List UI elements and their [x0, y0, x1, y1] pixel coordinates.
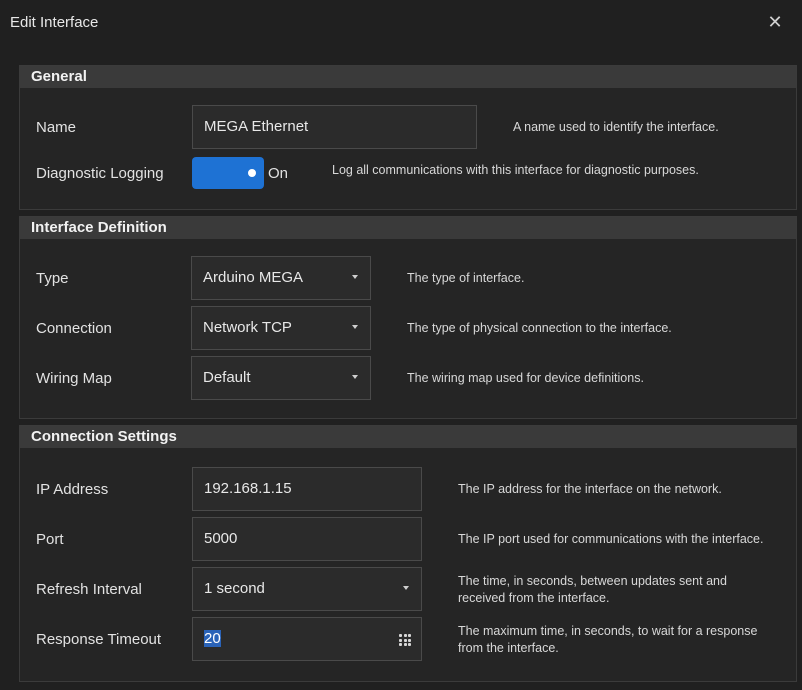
connection-value: Network TCP: [203, 319, 292, 336]
diagnostic-logging-state: On: [268, 165, 289, 182]
refresh-interval-dropdown[interactable]: 1 second: [192, 567, 422, 611]
window-title: Edit Interface: [10, 14, 99, 31]
close-icon[interactable]: ✕: [766, 13, 784, 31]
name-label: Name: [36, 119, 77, 136]
name-input[interactable]: MEGA Ethernet: [192, 105, 477, 149]
diagnostic-logging-label: Diagnostic Logging: [36, 165, 164, 182]
chevron-down-icon: [352, 275, 358, 279]
chevron-down-icon: [352, 375, 358, 379]
response-timeout-label: Response Timeout: [36, 631, 162, 648]
connection-settings-header: Connection Settings: [20, 426, 796, 448]
diagnostic-logging-toggle[interactable]: [192, 157, 264, 189]
interface-definition-section: Interface Definition: [19, 216, 797, 419]
diagnostic-logging-description: Log all communications with this interfa…: [332, 163, 699, 177]
refresh-interval-description: The time, in seconds, between updates se…: [458, 573, 727, 607]
response-timeout-value: 20: [204, 630, 221, 647]
connection-description: The type of physical connection to the i…: [407, 321, 672, 335]
wiring-map-value: Default: [203, 369, 251, 386]
chevron-down-icon: [352, 325, 358, 329]
ip-address-description: The IP address for the interface on the …: [458, 482, 722, 496]
refresh-interval-label: Refresh Interval: [36, 581, 142, 598]
refresh-interval-description-line-1: The time, in seconds, between updates se…: [458, 574, 727, 588]
port-description: The IP port used for communications with…: [458, 532, 764, 546]
type-description: The type of interface.: [407, 271, 525, 285]
response-timeout-input[interactable]: 20: [192, 617, 422, 661]
response-timeout-description-line-2: from the interface.: [458, 641, 559, 655]
general-section-header: General: [20, 66, 796, 88]
ip-address-label: IP Address: [36, 481, 109, 498]
port-label: Port: [36, 531, 64, 548]
response-timeout-description-line-1: The maximum time, in seconds, to wait fo…: [458, 624, 758, 638]
wiring-map-dropdown[interactable]: Default: [191, 356, 371, 400]
type-value: Arduino MEGA: [203, 269, 304, 286]
interface-definition-header: Interface Definition: [20, 217, 796, 239]
type-label: Type: [36, 270, 69, 287]
chevron-down-icon: [403, 586, 409, 590]
port-input[interactable]: 5000: [192, 517, 422, 561]
type-dropdown[interactable]: Arduino MEGA: [191, 256, 371, 300]
refresh-interval-value: 1 second: [204, 580, 265, 597]
connection-label: Connection: [36, 320, 112, 337]
ip-address-input[interactable]: 192.168.1.15: [192, 467, 422, 511]
connection-dropdown[interactable]: Network TCP: [191, 306, 371, 350]
toggle-knob: [248, 169, 256, 177]
wiring-map-label: Wiring Map: [36, 370, 112, 387]
response-timeout-description: The maximum time, in seconds, to wait fo…: [458, 623, 757, 657]
name-description: A name used to identify the interface.: [513, 120, 719, 134]
refresh-interval-description-line-2: received from the interface.: [458, 591, 610, 605]
wiring-map-description: The wiring map used for device definitio…: [407, 371, 644, 385]
keypad-icon[interactable]: [399, 634, 411, 646]
